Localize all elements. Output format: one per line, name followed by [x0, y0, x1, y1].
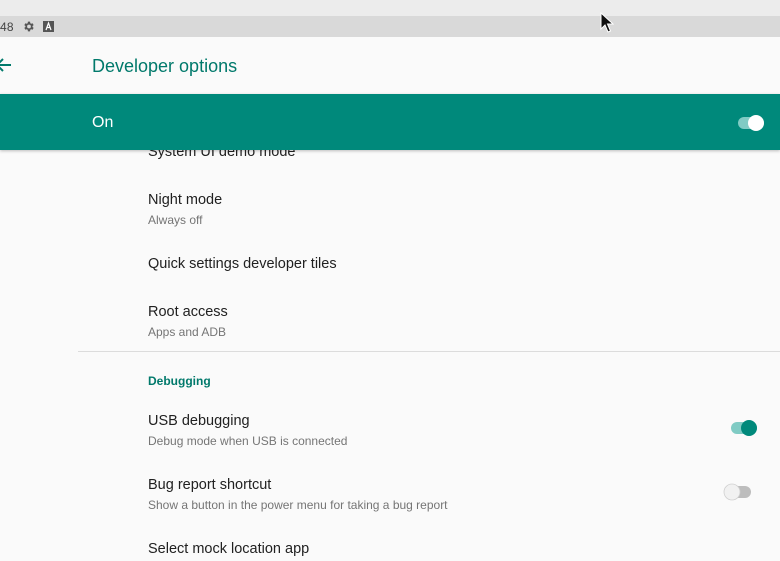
master-switch-toggle[interactable]: [737, 113, 767, 138]
list-item-root-access[interactable]: Root access Apps and ADB: [148, 304, 780, 339]
list-item-night-mode[interactable]: Night mode Always off: [148, 192, 780, 227]
app-bar: Developer options: [0, 37, 780, 94]
master-switch-label: On: [92, 114, 114, 131]
section-header-debugging: Debugging: [148, 374, 211, 388]
page-title: Developer options: [92, 56, 238, 76]
item-summary: Show a button in the power menu for taki…: [148, 498, 448, 512]
item-title: Quick settings developer tiles: [148, 256, 337, 272]
item-summary: Debug mode when USB is connected: [148, 434, 348, 448]
list-item[interactable]: System UI demo mode: [148, 150, 780, 160]
section-divider: [78, 351, 780, 352]
a-box-icon: [42, 21, 54, 32]
screen-top-band: [0, 0, 780, 16]
list-item-bug-report-shortcut[interactable]: Bug report shortcut Show a button in the…: [148, 477, 780, 512]
arrow-left-icon[interactable]: [0, 55, 14, 80]
item-title: Root access: [148, 304, 228, 320]
item-title: System UI demo mode: [148, 150, 296, 160]
status-time: 48: [0, 19, 14, 34]
item-title: USB debugging: [148, 413, 250, 429]
list-item-mock-location-app[interactable]: Select mock location app: [148, 541, 780, 557]
item-summary: Apps and ADB: [148, 325, 227, 339]
item-summary: Always off: [148, 213, 203, 227]
gear-icon: [22, 20, 35, 33]
item-title: Night mode: [148, 192, 223, 208]
status-bar: 48: [0, 16, 780, 37]
mouse-cursor-icon: [600, 11, 615, 39]
item-title: Select mock location app: [148, 541, 310, 557]
settings-list: System UI demo mode Night mode Always of…: [0, 150, 780, 561]
bug-report-shortcut-toggle[interactable]: [722, 482, 752, 507]
master-switch-bar[interactable]: On: [0, 94, 780, 150]
list-item-quick-settings-tiles[interactable]: Quick settings developer tiles: [148, 256, 780, 272]
list-item-usb-debugging[interactable]: USB debugging Debug mode when USB is con…: [148, 413, 780, 448]
item-title: Bug report shortcut: [148, 477, 272, 493]
usb-debugging-toggle[interactable]: [730, 418, 760, 443]
